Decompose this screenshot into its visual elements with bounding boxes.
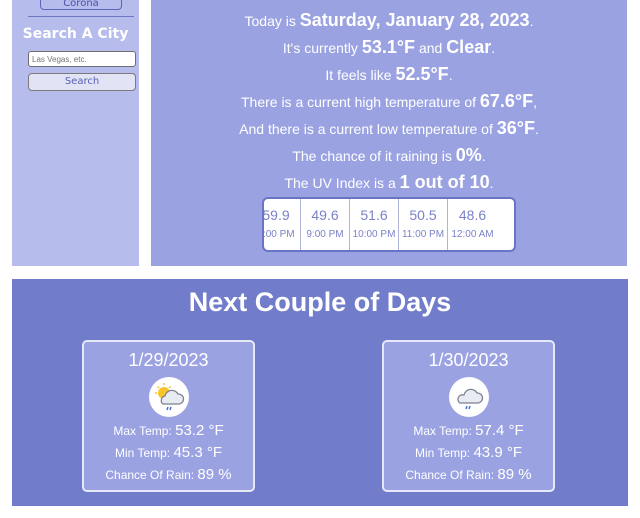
high-temp-value: 67.6°F (479, 91, 534, 111)
rain-chance-row: Chance Of Rain: 89 % (105, 466, 232, 483)
low-temp-value: 36°F (496, 118, 535, 138)
cloud-rain-icon (448, 377, 489, 417)
current-temp: 53.1°F (361, 37, 416, 57)
forecast-day-card: 1/29/2023 Max Temp: 53.2 °F Min Temp: 45… (82, 340, 255, 492)
today-date: Saturday, January 28, 2023 (299, 10, 530, 30)
forecast-title: Next Couple of Days (188, 287, 452, 317)
low-temp-line: And there is a current low temperature o… (239, 118, 539, 138)
rain-chance-value: 0% (455, 145, 482, 165)
feels-like-value: 52.5°F (395, 64, 449, 84)
feels-like-line: It feels like 52.5°F. (325, 64, 453, 84)
today-line: Today is Saturday, January 28, 2023. (244, 10, 534, 30)
sun-cloud-rain-icon (148, 377, 189, 417)
rain-chance-line: The chance of it raining is 0%. (292, 145, 486, 165)
forecast-day-card: 1/30/2023 Max Temp: 57.4 °F Min Temp: 43… (382, 340, 555, 492)
search-city-title: Search A City (22, 26, 129, 42)
rain-chance-row: Chance Of Rain: 89 % (405, 466, 532, 483)
max-temp-row: Max Temp: 53.2 °F (113, 422, 224, 439)
search-button[interactable]: Search (28, 73, 136, 91)
forecast-date: 1/29/2023 (128, 350, 209, 370)
max-temp-row: Max Temp: 57.4 °F (413, 422, 524, 439)
uv-index-line: The UV Index is a 1 out of 10. (284, 172, 494, 192)
hourly-item: 50.5 11:00 PM (399, 199, 448, 250)
city-button-corona[interactable]: Corona (40, 0, 122, 10)
city-search-input[interactable] (28, 51, 136, 67)
forecast-section: Next Couple of Days 1/29/2023 Max Temp: … (12, 279, 628, 506)
forecast-date: 1/30/2023 (428, 350, 509, 370)
min-temp-row: Min Temp: 45.3 °F (114, 444, 222, 461)
current-condition: Clear (446, 37, 492, 57)
hourly-item: 51.6 10:00 PM (350, 199, 399, 250)
hourly-item: 49.6 9:00 PM (301, 199, 350, 250)
current-weather-panel: Today is Saturday, January 28, 2023. It'… (151, 0, 627, 266)
sidebar-divider (28, 16, 134, 17)
min-temp-row: Min Temp: 43.9 °F (414, 444, 522, 461)
hourly-forecast-strip[interactable]: 59.9 8:00 PM 49.6 9:00 PM 51.6 10:00 PM … (262, 197, 516, 252)
uv-index-value: 1 out of 10 (399, 172, 490, 192)
high-temp-line: There is a current high temperature of 6… (240, 91, 538, 111)
currently-line: It's currently 53.1°F and Clear. (282, 37, 496, 57)
hourly-item: 48.6 12:00 AM (451, 207, 494, 240)
sidebar: Corona Search A City Search (12, 0, 139, 266)
hourly-item: 59.9 8:00 PM (264, 199, 301, 250)
